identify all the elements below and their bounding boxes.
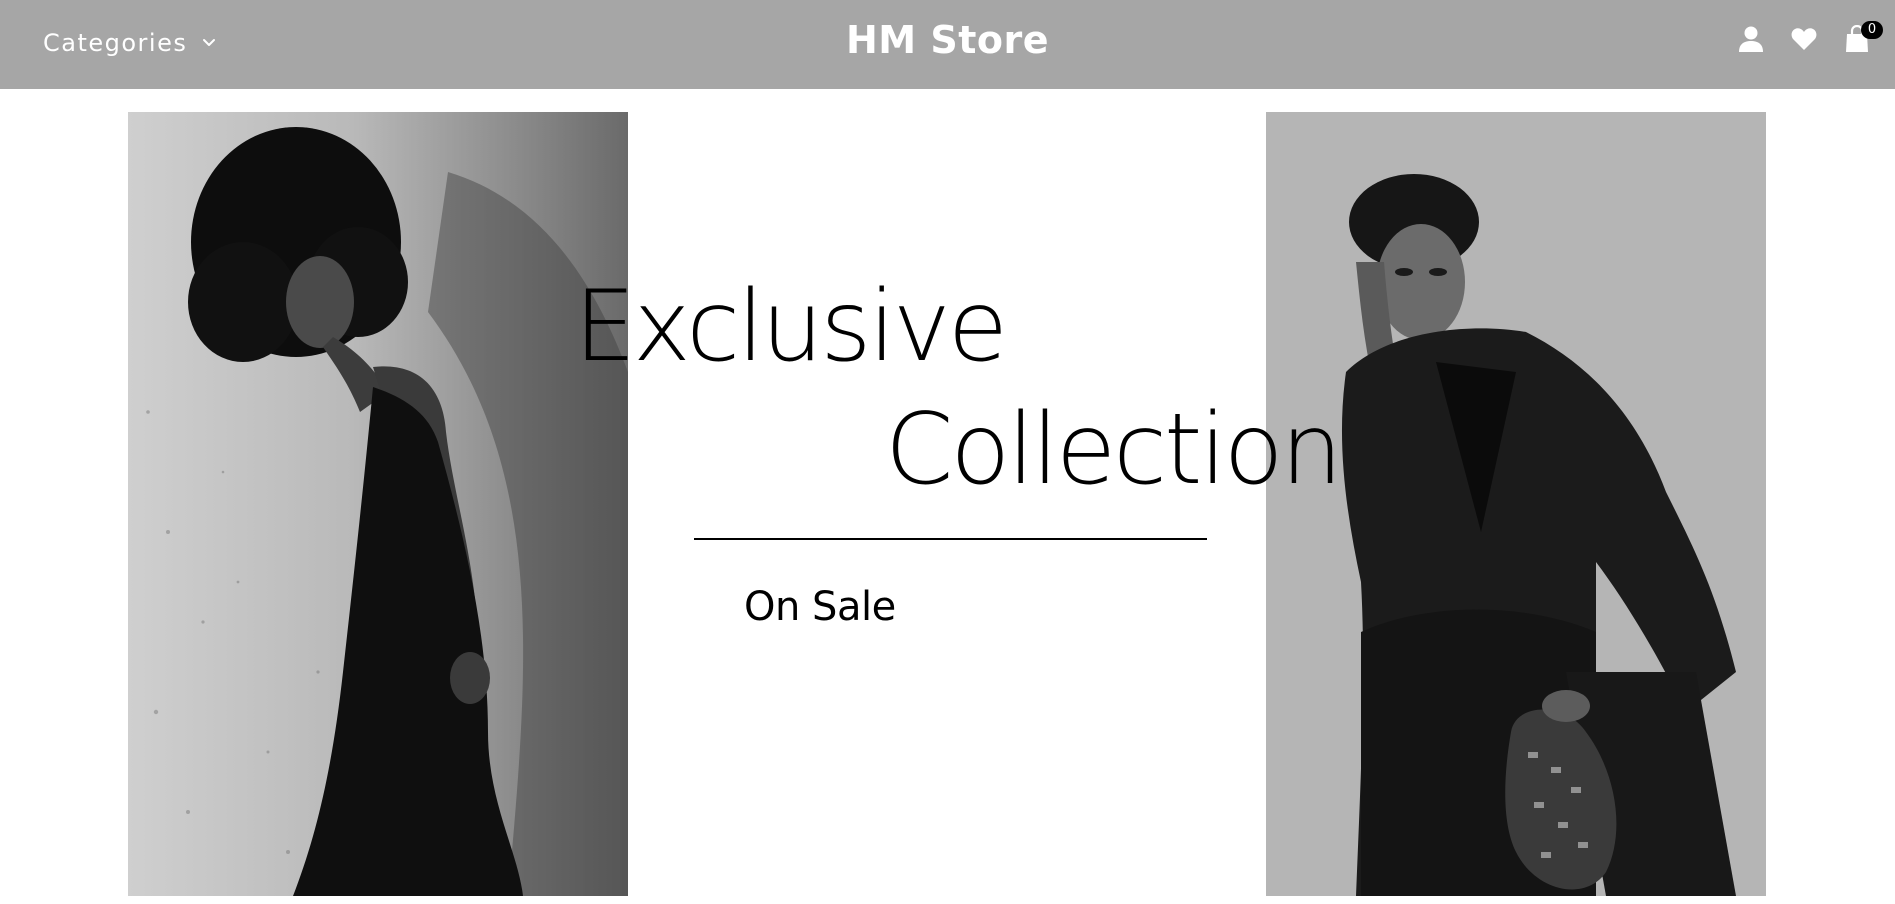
hero-title-line1: Exclusive (574, 270, 1008, 384)
brand-logo[interactable]: HM Store (846, 18, 1049, 62)
on-sale-link[interactable]: On Sale (744, 584, 896, 630)
header-icons: 0 (1737, 21, 1883, 54)
hero-title-line2: Collection (885, 393, 1343, 507)
account-button[interactable] (1737, 24, 1765, 54)
hero-image-right (1266, 112, 1766, 896)
top-navbar: Categories HM Store 0 (0, 0, 1895, 89)
wishlist-button[interactable] (1790, 24, 1818, 54)
chevron-down-icon (201, 35, 217, 51)
cart-button[interactable]: 0 (1843, 21, 1883, 54)
hero-divider (694, 538, 1207, 540)
categories-menu-button[interactable]: Categories (43, 26, 217, 60)
cart-count-badge: 0 (1861, 21, 1883, 39)
hero-image-left (128, 112, 628, 896)
heart-icon (1791, 28, 1817, 50)
user-icon (1739, 26, 1763, 52)
categories-label: Categories (43, 29, 188, 57)
page: Categories HM Store 0 Exclusive Collecti… (0, 0, 1895, 904)
brand-logo-wrapper: HM Store (0, 18, 1895, 62)
